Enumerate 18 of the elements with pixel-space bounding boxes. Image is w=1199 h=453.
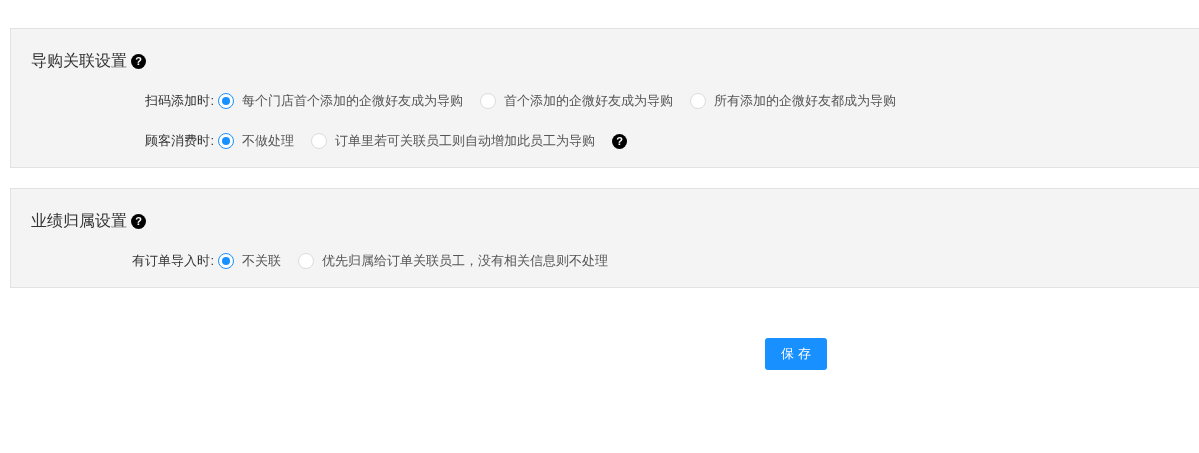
field-label: 顾客消费时:	[144, 132, 214, 150]
help-icon[interactable]: ?	[131, 53, 146, 69]
section-title: 导购关联设置	[31, 51, 127, 71]
radio-label[interactable]: 不做处理	[242, 129, 294, 153]
radio-label[interactable]: 不关联	[242, 249, 281, 273]
field-label: 有订单导入时:	[131, 252, 214, 270]
radio-button[interactable]	[218, 133, 234, 149]
help-icon[interactable]: ?	[131, 213, 146, 229]
radio-button[interactable]	[218, 93, 234, 109]
help-icon[interactable]: ?	[612, 133, 627, 149]
radio-label[interactable]: 首个添加的企微好友成为导购	[504, 89, 673, 113]
radio-label[interactable]: 每个门店首个添加的企微好友成为导购	[242, 89, 463, 113]
field-label: 扫码添加时:	[144, 92, 214, 110]
radio-button[interactable]	[218, 253, 234, 269]
radio-label[interactable]: 所有添加的企微好友都成为导购	[714, 89, 896, 113]
radio-label[interactable]: 订单里若可关联员工则自动增加此员工为导购	[335, 129, 595, 153]
radio-label[interactable]: 优先归属给订单关联员工，没有相关信息则不处理	[322, 249, 608, 273]
section-title: 业绩归属设置	[31, 211, 127, 231]
